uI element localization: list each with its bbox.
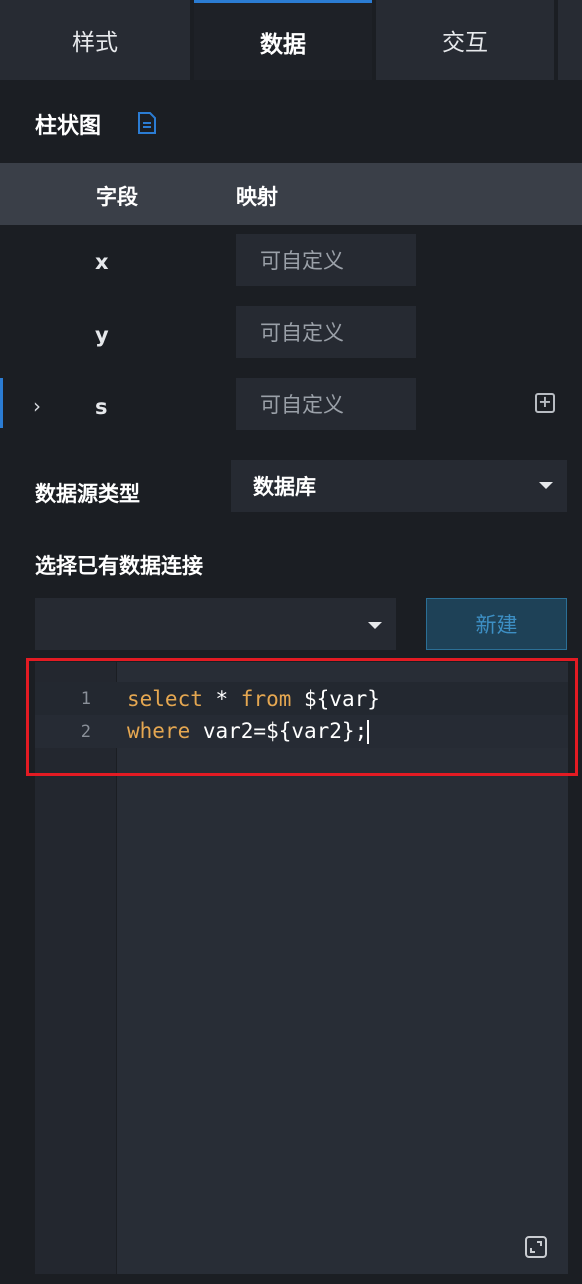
tab-overflow[interactable]	[558, 0, 582, 80]
field-column-header: 字段	[96, 185, 138, 209]
code-line-2[interactable]: 2 where var2=${var2};	[35, 715, 568, 748]
tab-data[interactable]: 数据	[194, 0, 372, 80]
chevron-down-icon	[368, 622, 382, 629]
field-x-label: x	[95, 250, 109, 274]
expand-icon[interactable]	[525, 1236, 547, 1258]
tab-bar: 样式 数据 交互	[0, 0, 582, 80]
field-y-label: y	[95, 323, 109, 347]
chevron-down-icon	[539, 482, 553, 489]
datasource-type-value: 数据库	[253, 475, 316, 499]
connection-label: 选择已有数据连接	[35, 554, 203, 578]
code-text: where var2=${var2};	[127, 719, 370, 744]
plus-square-icon[interactable]: +	[535, 393, 555, 413]
mapping-s-input[interactable]: 可自定义	[236, 378, 416, 430]
mapping-column-header: 映射	[236, 185, 278, 209]
new-connection-button[interactable]: 新建	[426, 598, 567, 650]
line-number: 1	[80, 688, 91, 709]
sql-editor[interactable]: 1 select * from ${var} 2 where var2=${va…	[35, 662, 568, 1274]
row-accent-bar	[0, 378, 3, 428]
mapping-table-header: 字段 映射	[0, 163, 582, 225]
mapping-y-input[interactable]: 可自定义	[236, 306, 416, 358]
chevron-right-icon[interactable]: ›	[33, 394, 41, 418]
code-text: select * from ${var}	[127, 686, 380, 711]
text-cursor	[367, 720, 370, 744]
line-number-gutter	[35, 662, 117, 1274]
mapping-x-input[interactable]: 可自定义	[236, 234, 416, 286]
datasource-type-label: 数据源类型	[35, 482, 140, 506]
field-s-label: s	[95, 395, 108, 419]
document-icon[interactable]	[137, 112, 157, 134]
datasource-type-select[interactable]: 数据库	[231, 460, 567, 512]
tab-interaction[interactable]: 交互	[376, 0, 554, 80]
tab-style[interactable]: 样式	[0, 0, 190, 80]
chart-type-title: 柱状图	[35, 114, 102, 139]
code-line-1[interactable]: 1 select * from ${var}	[35, 682, 568, 715]
line-number: 2	[80, 721, 91, 742]
connection-select[interactable]	[35, 598, 396, 650]
